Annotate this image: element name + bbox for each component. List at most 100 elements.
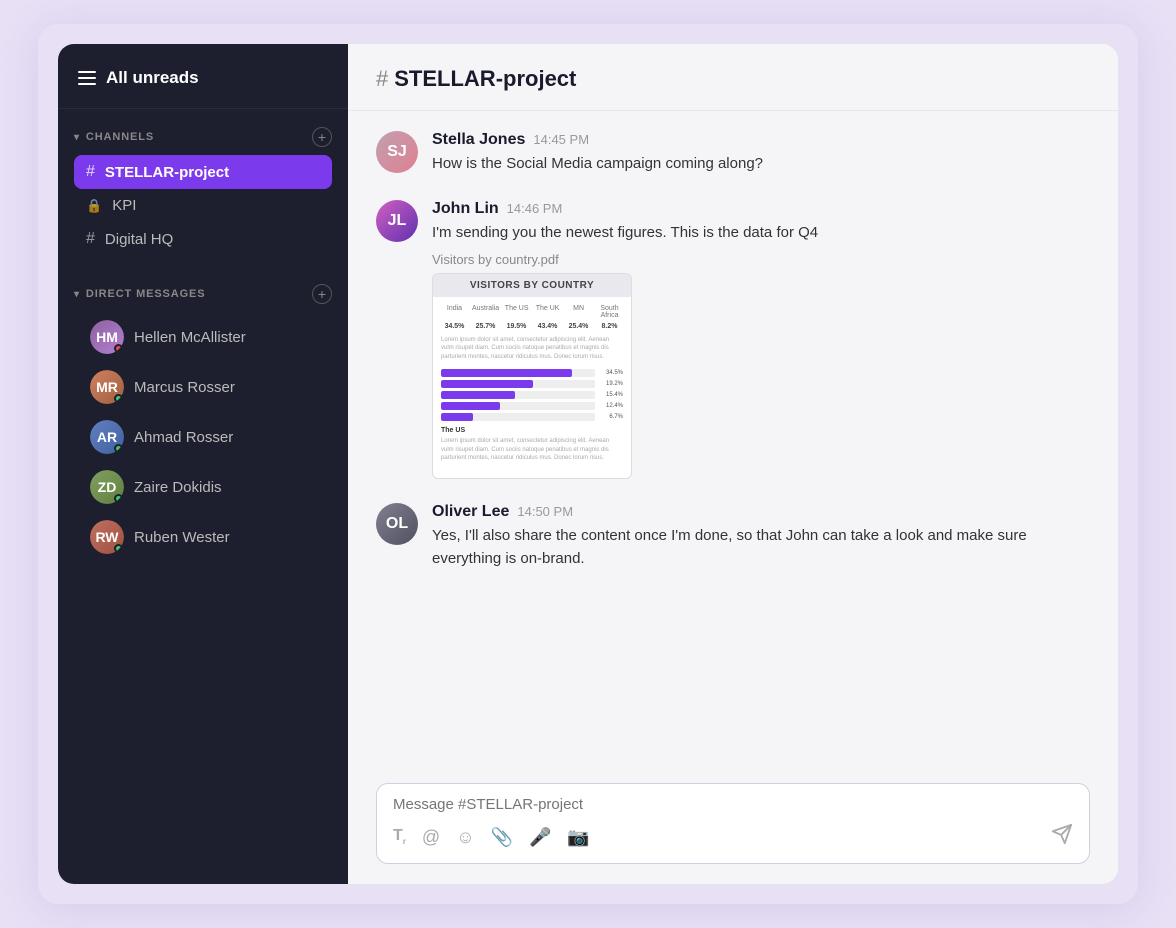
pdf-country-australia: Australia [472, 305, 499, 319]
pdf-bar-row-3: 15.4% [441, 391, 623, 399]
pdf-val-6: 8.2% [596, 323, 623, 330]
input-toolbar: Tr @ ☺ 📎 🎤 📷 [393, 823, 1073, 851]
dm-name-hellen: Hellen McAllister [134, 329, 246, 346]
input-area: Tr @ ☺ 📎 🎤 📷 [348, 767, 1118, 884]
msg-header-stella: Stella Jones 14:45 PM [432, 131, 1090, 149]
microphone-icon[interactable]: 🎤 [529, 827, 551, 848]
pdf-country-headers: India Australia The US The UK MN South A… [441, 305, 623, 319]
channels-section-header: ▾ CHANNELS + [74, 127, 332, 147]
pdf-bar-row-1: 34.5% [441, 369, 623, 377]
add-channel-button[interactable]: + [312, 127, 332, 147]
add-dm-button[interactable]: + [312, 284, 332, 304]
msg-content-stella: Stella Jones 14:45 PM How is the Social … [432, 131, 1090, 176]
all-unreads-button[interactable]: All unreads [78, 68, 328, 88]
channels-label: CHANNELS [86, 131, 154, 143]
channel-hash-header: # [376, 66, 388, 92]
dm-item-marcus[interactable]: MR Marcus Rosser [86, 362, 320, 412]
status-dot-zaire [114, 494, 123, 503]
msg-author-oliver: Oliver Lee [432, 503, 509, 521]
message-stella: SJ Stella Jones 14:45 PM How is the Soci… [376, 131, 1090, 176]
avatar-hellen: HM [90, 320, 124, 354]
msg-text-john: I'm sending you the newest figures. This… [432, 222, 1090, 245]
dm-name-marcus: Marcus Rosser [134, 379, 235, 396]
pdf-country-india: India [441, 305, 468, 319]
msg-author-john: John Lin [432, 200, 499, 218]
msg-time-stella: 14:45 PM [533, 132, 589, 147]
channel-item-digitalhq[interactable]: # Digital HQ [74, 222, 332, 256]
channel-name-stellar: STELLAR-project [105, 164, 229, 181]
all-unreads-label: All unreads [106, 68, 199, 88]
attachment-icon[interactable]: 📎 [491, 827, 513, 848]
text-format-icon[interactable]: Tr [393, 827, 406, 846]
status-dot-ruben [114, 544, 123, 553]
channel-name-digitalhq: Digital HQ [105, 231, 173, 248]
channel-title-text: STELLAR-project [394, 66, 576, 92]
dm-item-zaire[interactable]: ZD Zaire Dokidis [86, 462, 320, 512]
pdf-bar-row-4: 12.4% [441, 402, 623, 410]
msg-content-john: John Lin 14:46 PM I'm sending you the ne… [432, 200, 1090, 480]
msg-text-oliver: Yes, I'll also share the content once I'… [432, 525, 1090, 570]
pdf-section-title: The US [441, 427, 623, 434]
mention-icon[interactable]: @ [422, 827, 440, 848]
dm-item-ruben[interactable]: RW Ruben Wester [86, 512, 320, 562]
pdf-lorem-2: Lorem ipsum dolor sit amet, consectetur … [441, 437, 623, 462]
pdf-val-2: 25.7% [472, 323, 499, 330]
send-button[interactable] [1051, 823, 1073, 851]
hamburger-icon [78, 71, 96, 85]
channels-title: ▾ CHANNELS [74, 131, 154, 143]
pdf-bars: 34.5% 19.2% 15.4% [441, 369, 623, 421]
msg-text-stella: How is the Social Media campaign coming … [432, 153, 1090, 176]
input-box: Tr @ ☺ 📎 🎤 📷 [376, 783, 1090, 864]
dm-section-header: ▾ DIRECT MESSAGES + [74, 284, 332, 304]
pdf-val-4: 43.4% [534, 323, 561, 330]
msg-content-oliver: Oliver Lee 14:50 PM Yes, I'll also share… [432, 503, 1090, 570]
avatar-zaire: ZD [90, 470, 124, 504]
dm-section: ▾ DIRECT MESSAGES + HM Hellen McAllister… [58, 266, 348, 572]
dm-item-hellen[interactable]: HM Hellen McAllister [86, 312, 320, 362]
channel-hash-icon-2: # [86, 230, 95, 248]
chat-header: # STELLAR-project [348, 44, 1118, 111]
sidebar: All unreads ▾ CHANNELS + # STELLAR-proje… [58, 44, 348, 884]
dm-name-ahmad: Ahmad Rosser [134, 429, 233, 446]
sidebar-header: All unreads [58, 44, 348, 109]
avatar-stella-chat: SJ [376, 131, 418, 173]
main-chat: # STELLAR-project SJ Stella Jones 14:45 … [348, 44, 1118, 884]
pdf-lorem-1: Lorem ipsum dolor sit amet, consectetur … [441, 336, 623, 361]
attachment-label: Visitors by country.pdf [432, 252, 1090, 267]
message-john: JL John Lin 14:46 PM I'm sending you the… [376, 200, 1090, 480]
status-dot-hellen [114, 344, 123, 353]
message-oliver: OL Oliver Lee 14:50 PM Yes, I'll also sh… [376, 503, 1090, 570]
dm-chevron-icon: ▾ [74, 289, 80, 300]
pdf-country-mn: MN [565, 305, 592, 319]
pdf-country-uk: The UK [534, 305, 561, 319]
dm-item-ahmad[interactable]: AR Ahmad Rosser [86, 412, 320, 462]
avatar-img-john-chat: JL [376, 200, 418, 242]
pdf-val-3: 19.5% [503, 323, 530, 330]
message-input[interactable] [393, 796, 1073, 813]
avatar-john-chat: JL [376, 200, 418, 242]
messages-area: SJ Stella Jones 14:45 PM How is the Soci… [348, 111, 1118, 767]
channel-item-kpi[interactable]: 🔒 KPI [74, 189, 332, 222]
dm-title: ▾ DIRECT MESSAGES [74, 288, 205, 300]
avatar-img-stella-chat: SJ [376, 131, 418, 173]
dm-name-ruben: Ruben Wester [134, 529, 230, 546]
pdf-numbers-row: 34.5% 25.7% 19.5% 43.4% 25.4% 8.2% [441, 323, 623, 330]
pdf-country-sa: South Africa [596, 305, 623, 319]
msg-header-john: John Lin 14:46 PM [432, 200, 1090, 218]
pdf-country-us: The US [503, 305, 530, 319]
dm-list: HM Hellen McAllister MR Marcus Rosser AR [74, 312, 332, 562]
avatar-ahmad: AR [90, 420, 124, 454]
channel-item-stellar[interactable]: # STELLAR-project [74, 155, 332, 189]
video-icon[interactable]: 📷 [567, 827, 589, 848]
dm-name-zaire: Zaire Dokidis [134, 479, 222, 496]
channel-name-kpi: KPI [112, 197, 136, 214]
msg-time-john: 14:46 PM [507, 201, 563, 216]
emoji-icon[interactable]: ☺ [456, 827, 474, 848]
avatar-ruben: RW [90, 520, 124, 554]
avatar-img-oliver-chat: OL [376, 503, 418, 545]
msg-time-oliver: 14:50 PM [517, 504, 573, 519]
pdf-preview[interactable]: VISITORS BY COUNTRY India Australia The … [432, 273, 632, 479]
pdf-val-5: 25.4% [565, 323, 592, 330]
msg-author-stella: Stella Jones [432, 131, 525, 149]
dm-label: DIRECT MESSAGES [86, 288, 206, 300]
